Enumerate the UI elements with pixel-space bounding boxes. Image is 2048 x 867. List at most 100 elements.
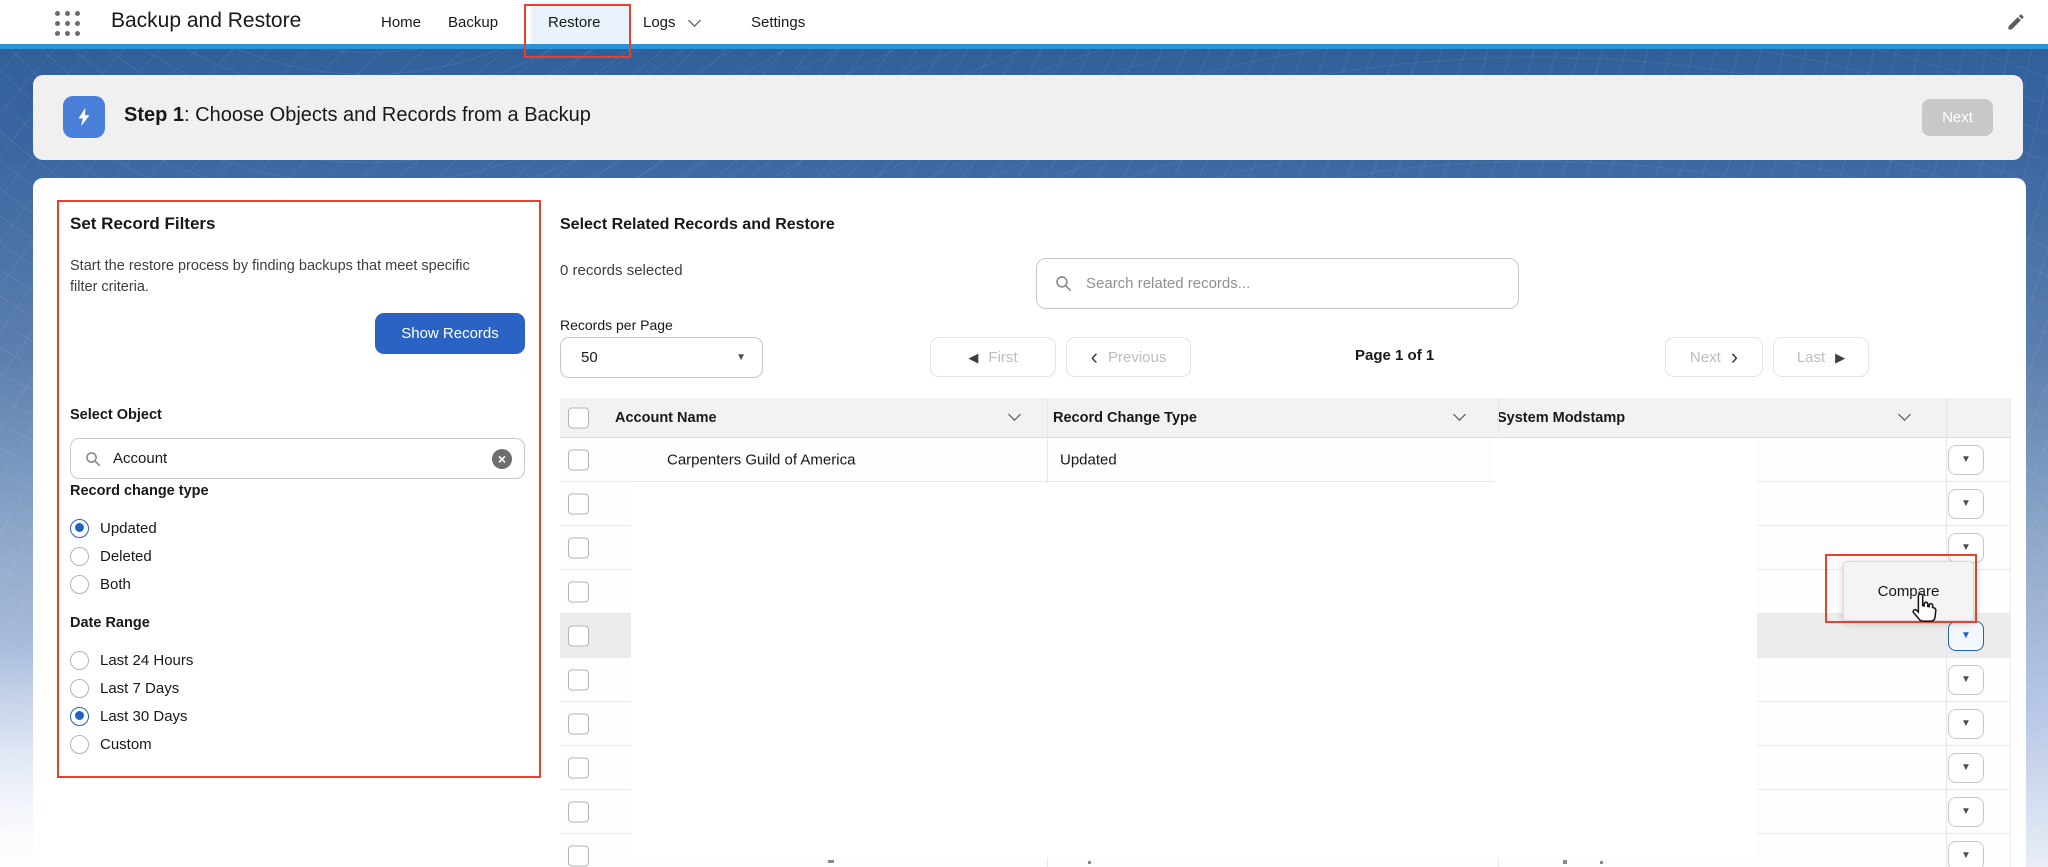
page-status: Page 1 of 1 [1355, 347, 1435, 364]
table-row: Carpenters Guild of America Updated ▼ [560, 438, 2010, 482]
search-icon [1055, 275, 1072, 292]
filters-description: Start the restore process by finding bac… [70, 258, 470, 296]
radio-last-24-hours[interactable]: Last 24 Hours [70, 646, 193, 674]
row-actions-button[interactable]: ▼ [1948, 621, 1984, 651]
nav-tab-settings[interactable]: Settings [751, 0, 805, 44]
dropdown-triangle-icon: ▼ [1961, 454, 1971, 465]
radio-control[interactable] [70, 574, 89, 594]
nav-tab-logs-label: Logs [643, 13, 676, 31]
edit-pencil-icon[interactable] [2006, 12, 2026, 37]
radio-control[interactable] [70, 678, 89, 698]
row-checkbox[interactable] [568, 845, 589, 866]
next-button[interactable]: Next [1922, 99, 1993, 136]
column-separator [1946, 398, 1947, 867]
row-checkbox[interactable] [568, 713, 589, 734]
table-header-row: Account Name Record Change Type System M… [560, 398, 2010, 438]
select-object-input[interactable] [111, 449, 492, 468]
row-actions-button[interactable]: ▼ [1948, 797, 1984, 827]
chevron-down-icon[interactable] [1453, 408, 1466, 421]
last-page-icon: ▶ [1835, 349, 1846, 365]
dropdown-triangle-icon: ▼ [1961, 850, 1971, 861]
dropdown-triangle-icon: ▼ [1961, 762, 1971, 773]
column-header-system-modstamp[interactable]: System Modstamp [1497, 398, 1625, 438]
previous-label: Previous [1107, 348, 1167, 366]
select-all-checkbox[interactable] [568, 407, 589, 428]
chevron-down-icon [687, 13, 701, 27]
next-page-icon: › [1730, 344, 1739, 370]
radio-control[interactable] [70, 518, 89, 538]
chevron-down-icon[interactable] [1008, 408, 1021, 421]
pagination-last-button[interactable]: Last ▶ [1773, 337, 1869, 377]
pagination-first-button[interactable]: ◀ First [930, 337, 1056, 377]
chevron-down-icon[interactable] [1898, 408, 1911, 421]
records-per-page-select[interactable]: 50 ▼ [560, 337, 763, 378]
date-range-options: Last 24 Hours Last 7 Days Last 30 Days Cust… [70, 646, 193, 758]
row-actions-button[interactable]: ▼ [1948, 665, 1984, 695]
radio-custom[interactable]: Custom [70, 730, 193, 758]
clear-icon[interactable]: × [492, 448, 512, 469]
row-checkbox[interactable] [568, 669, 589, 690]
row-checkbox[interactable] [568, 493, 589, 514]
step-title: Step 1: Choose Objects and Records from … [124, 104, 591, 127]
radio-last-7-days[interactable]: Last 7 Days [70, 674, 193, 702]
radio-label: Last 30 Days [100, 707, 188, 725]
row-actions-button[interactable]: ▼ [1948, 709, 1984, 739]
related-search-box [1036, 258, 1519, 309]
dropdown-triangle-icon: ▼ [1961, 498, 1971, 509]
date-range-label: Date Range [70, 615, 150, 631]
step-title-text: : Choose Objects and Records from a Back… [184, 104, 591, 126]
search-icon [85, 451, 101, 467]
menu-item-compare[interactable]: Compare [1878, 583, 1940, 600]
app-launcher-icon[interactable] [55, 11, 89, 37]
filters-heading: Set Record Filters [70, 214, 216, 233]
row-actions-button[interactable]: ▼ [1948, 489, 1984, 519]
radio-control[interactable] [70, 546, 89, 566]
row-checkbox[interactable] [568, 625, 589, 646]
row-actions-button[interactable]: ▼ [1948, 445, 1984, 475]
clipped-text-fragment [828, 860, 834, 863]
previous-page-icon: ‹ [1090, 344, 1098, 370]
row-actions-button[interactable]: ▼ [1948, 841, 1984, 867]
row-checkbox[interactable] [568, 537, 589, 558]
page: Backup and Restore Home Backup Restore L… [0, 0, 2048, 867]
select-object-input-box: × [70, 438, 525, 479]
related-search-input[interactable] [1084, 274, 1504, 293]
row-checkbox[interactable] [568, 801, 589, 822]
dropdown-triangle-icon: ▼ [1961, 718, 1971, 729]
radio-control[interactable] [70, 734, 89, 754]
radio-label: Both [100, 575, 131, 593]
dropdown-triangle-icon: ▼ [736, 351, 746, 363]
pagination-next-button[interactable]: Next › [1665, 337, 1763, 377]
radio-label: Last 7 Days [100, 679, 180, 697]
nav-tab-backup[interactable]: Backup [448, 0, 498, 44]
radio-deleted[interactable]: Deleted [70, 542, 157, 570]
step-label: Step 1 [124, 104, 185, 126]
row-checkbox[interactable] [568, 449, 589, 470]
show-records-button[interactable]: Show Records [375, 313, 525, 354]
page-size-value: 50 [581, 349, 598, 366]
redacted-overlay [631, 483, 1494, 858]
radio-both[interactable]: Both [70, 570, 157, 598]
nav-tab-logs[interactable]: Logs [643, 0, 701, 44]
nav-tab-home[interactable]: Home [381, 0, 421, 44]
row-checkbox[interactable] [568, 757, 589, 778]
nav-tab-restore[interactable]: Restore [548, 0, 601, 44]
column-header-account-name[interactable]: Account Name [615, 398, 717, 438]
dropdown-triangle-icon: ▼ [1961, 806, 1971, 817]
column-header-record-change-type[interactable]: Record Change Type [1053, 398, 1197, 438]
row-actions-button[interactable]: ▼ [1948, 533, 1984, 563]
row-checkbox[interactable] [568, 581, 589, 602]
row-actions-button[interactable]: ▼ [1948, 753, 1984, 783]
pagination-previous-button[interactable]: ‹ Previous [1066, 337, 1191, 377]
first-label: First [988, 348, 1018, 366]
radio-control[interactable] [70, 706, 89, 726]
radio-last-30-days[interactable]: Last 30 Days [70, 702, 193, 730]
radio-control[interactable] [70, 650, 89, 670]
next-label: Next [1689, 348, 1721, 366]
last-label: Last [1796, 348, 1826, 366]
radio-updated[interactable]: Updated [70, 514, 157, 542]
row-context-menu: Compare [1843, 561, 1974, 621]
select-object-label: Select Object [70, 407, 162, 423]
related-records-heading: Select Related Records and Restore [560, 216, 835, 233]
cell-account-name: Carpenters Guild of America [667, 451, 856, 468]
